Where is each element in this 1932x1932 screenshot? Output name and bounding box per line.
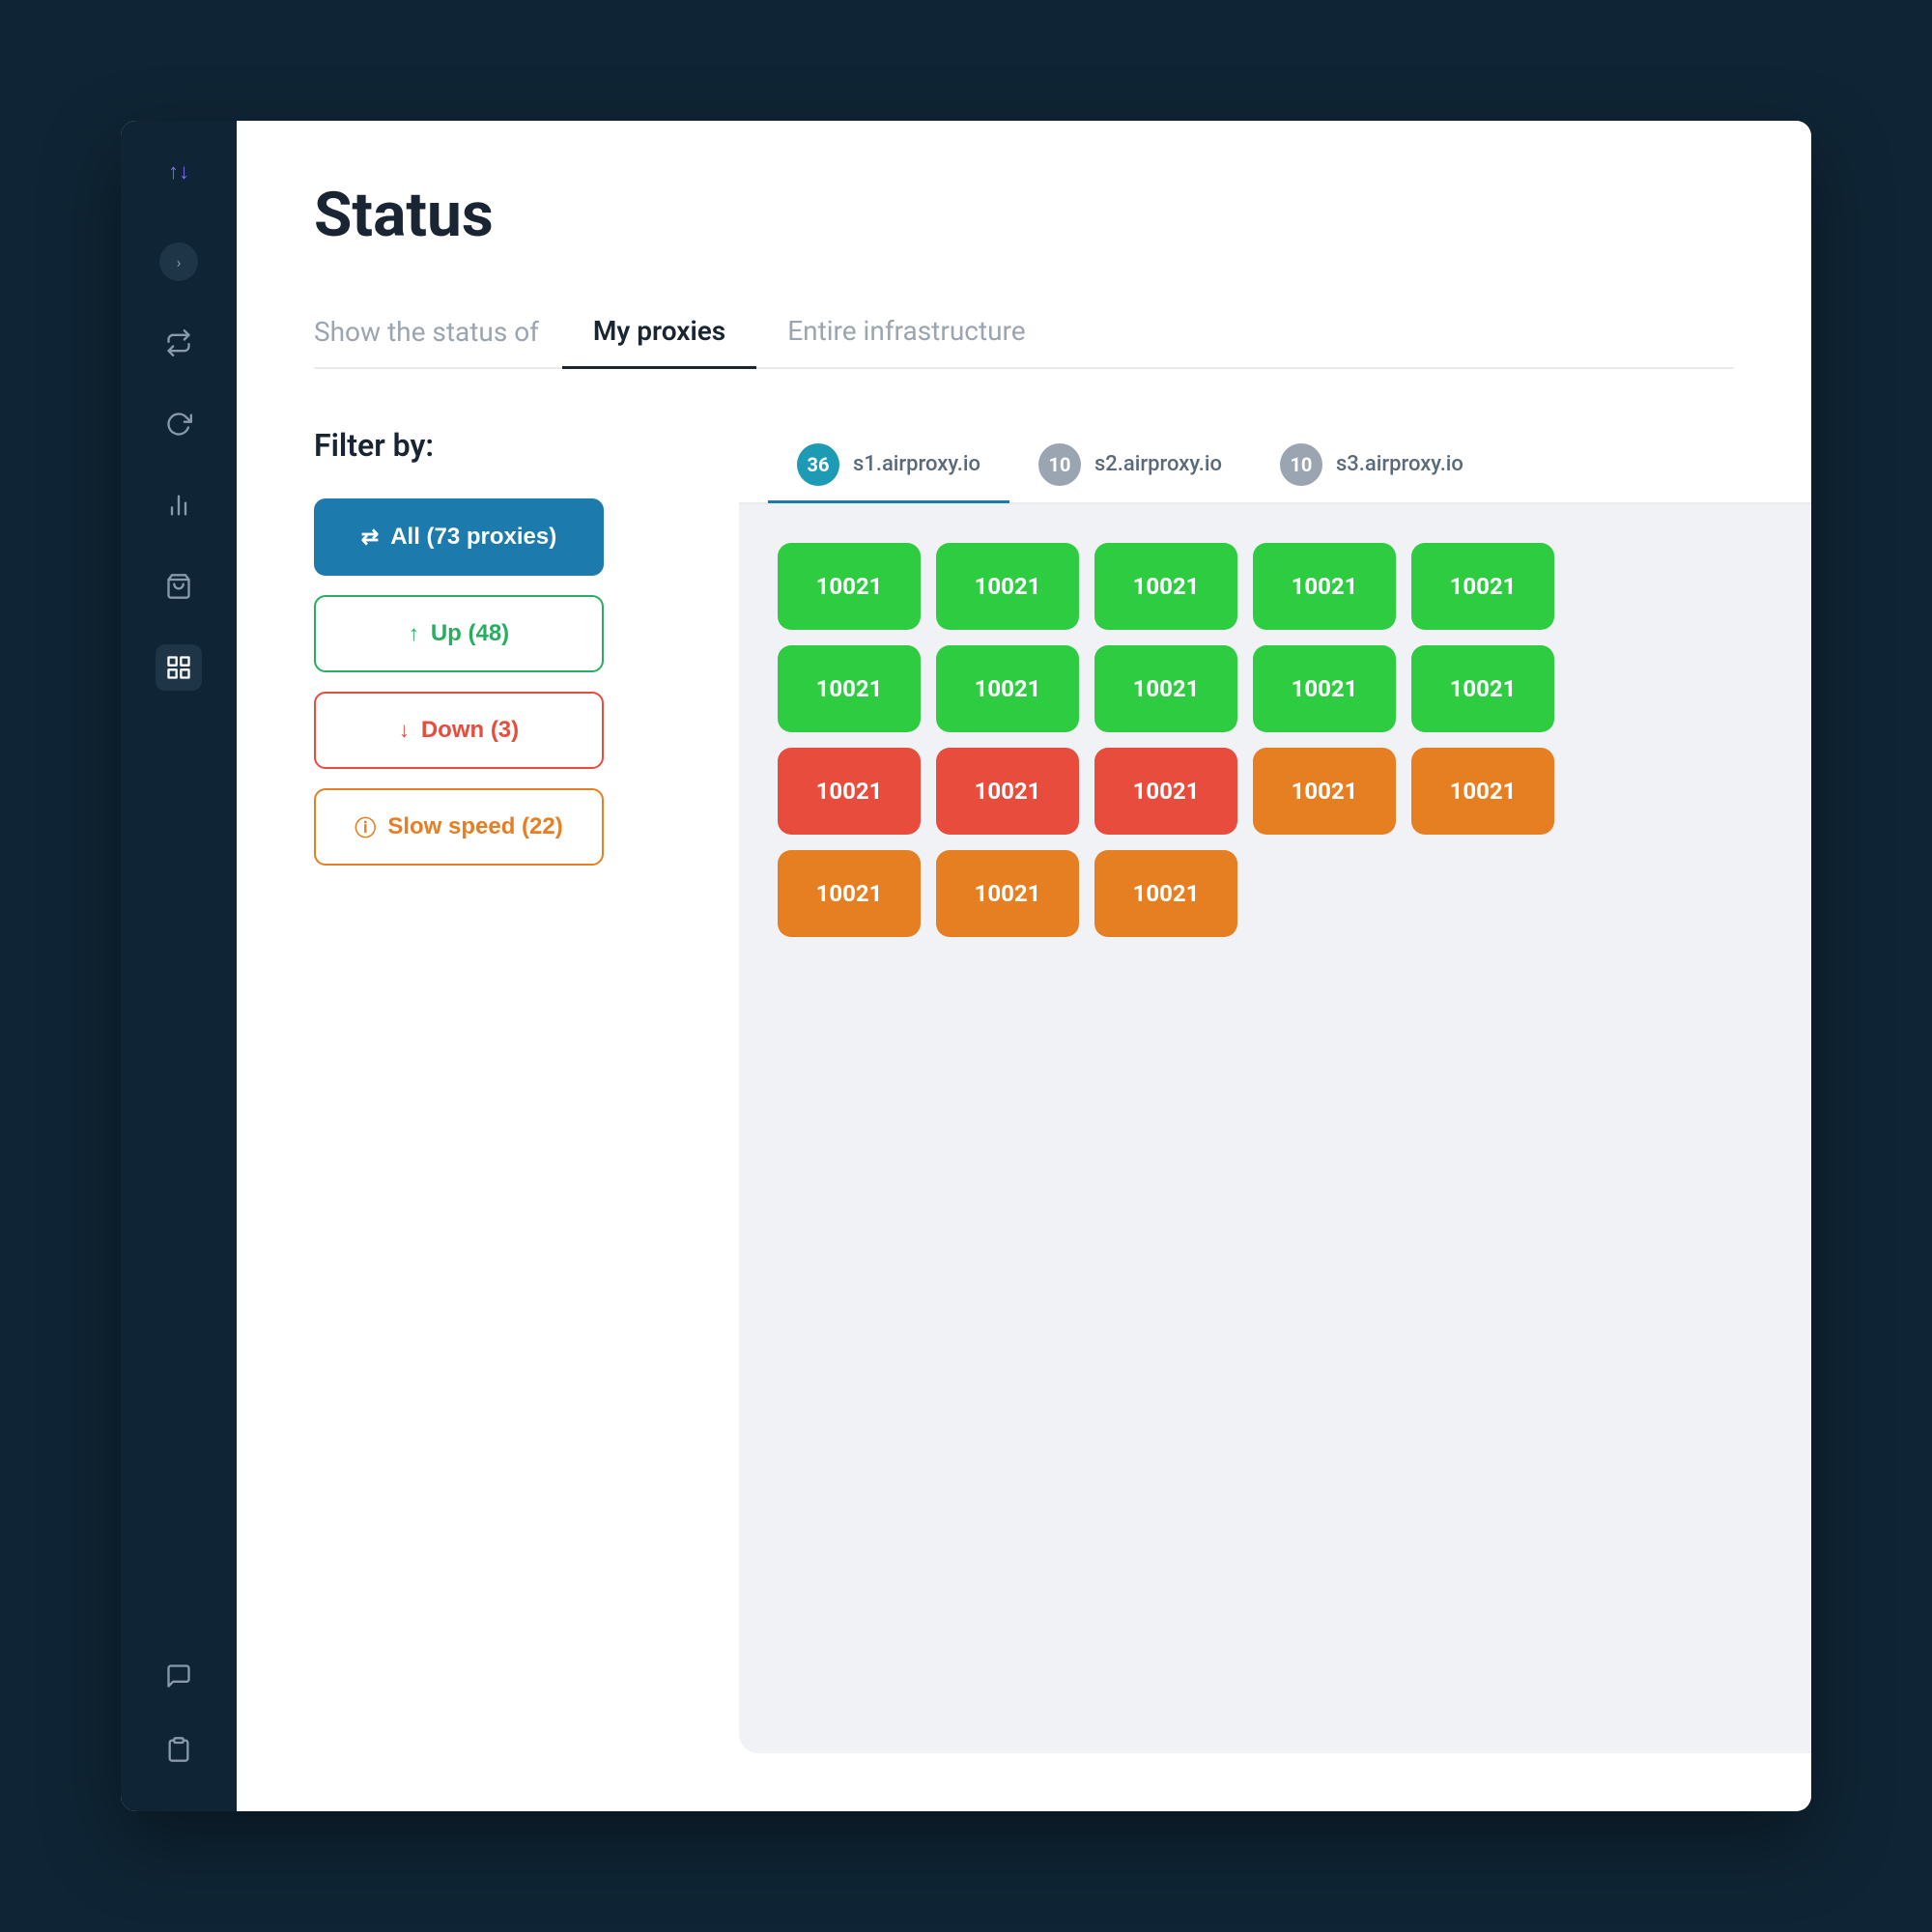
proxy-grid-row-3: 10021 10021 10021 10021 10021 <box>778 748 1773 835</box>
filter-all-label: All (73 proxies) <box>390 524 556 551</box>
proxy-tab-s3-badge: 10 <box>1280 443 1322 486</box>
tabs-row: Show the status of My proxies Entire inf… <box>314 299 1734 369</box>
proxy-tile-p9[interactable]: 10021 <box>1253 645 1396 732</box>
sidebar-item-clipboard[interactable] <box>156 1726 202 1773</box>
proxy-tile-p4[interactable]: 10021 <box>1253 543 1396 630</box>
sidebar-bottom <box>156 1653 202 1773</box>
clipboard-icon <box>165 1736 192 1763</box>
sidebar-toggle-button[interactable]: › <box>159 242 198 281</box>
filter-slow-label: Slow speed (22) <box>387 813 562 840</box>
proxy-tile-p5[interactable]: 10021 <box>1411 543 1554 630</box>
proxy-tab-s2-badge: 10 <box>1038 443 1081 486</box>
filter-all-button[interactable]: ⇄ All (73 proxies) <box>314 498 604 576</box>
down-icon: ↓ <box>399 718 410 743</box>
filter-down-button[interactable]: ↓ Down (3) <box>314 692 604 769</box>
proxy-grid-row-2: 10021 10021 10021 10021 10021 <box>778 645 1773 732</box>
sidebar-item-refresh[interactable] <box>156 401 202 447</box>
proxy-tile-p15[interactable]: 10021 <box>1411 748 1554 835</box>
proxy-tile-p17[interactable]: 10021 <box>936 850 1079 937</box>
sidebar-item-shop[interactable] <box>156 563 202 610</box>
content-area: Filter by: ⇄ All (73 proxies) ↑ Up (48) … <box>237 369 1811 1811</box>
up-icon: ↑ <box>409 621 419 646</box>
proxy-tile-p6[interactable]: 10021 <box>778 645 921 732</box>
proxy-tile-p3[interactable]: 10021 <box>1094 543 1237 630</box>
proxy-tab-s1-badge: 36 <box>797 443 839 486</box>
proxy-tile-p10[interactable]: 10021 <box>1411 645 1554 732</box>
proxy-grid-area: 10021 10021 10021 10021 10021 10021 1002… <box>739 504 1811 1753</box>
sidebar: ↑ ↓ › <box>121 121 237 1811</box>
proxy-tile-p12[interactable]: 10021 <box>936 748 1079 835</box>
proxy-tile-p13[interactable]: 10021 <box>1094 748 1237 835</box>
proxy-tab-s2-label: s2.airproxy.io <box>1094 452 1222 476</box>
proxy-tabs-row: 36 s1.airproxy.io 10 s2.airproxy.io 10 s… <box>739 427 1811 504</box>
proxy-tile-p1[interactable]: 10021 <box>778 543 921 630</box>
sidebar-nav <box>156 320 202 1653</box>
proxy-tab-s3[interactable]: 10 s3.airproxy.io <box>1251 428 1492 503</box>
proxy-tile-p14[interactable]: 10021 <box>1253 748 1396 835</box>
proxy-grid-row-4: 10021 10021 10021 <box>778 850 1773 937</box>
slow-icon: ⓘ <box>355 811 376 842</box>
header-area: Status Show the status of My proxies Ent… <box>237 121 1811 369</box>
sidebar-item-status[interactable] <box>156 644 202 691</box>
sidebar-item-chat[interactable] <box>156 1653 202 1699</box>
filter-title: Filter by: <box>314 427 681 464</box>
filter-up-button[interactable]: ↑ Up (48) <box>314 595 604 672</box>
status-icon <box>165 654 192 681</box>
proxy-tab-s2[interactable]: 10 s2.airproxy.io <box>1009 428 1251 503</box>
filter-buttons: ⇄ All (73 proxies) ↑ Up (48) ↓ Down (3) … <box>314 498 681 866</box>
analytics-icon <box>165 492 192 519</box>
proxy-tile-p8[interactable]: 10021 <box>1094 645 1237 732</box>
logo-arrow-down-icon: ↓ <box>179 159 189 185</box>
logo-arrow-up-icon: ↑ <box>168 159 179 185</box>
filter-slow-button[interactable]: ⓘ Slow speed (22) <box>314 788 604 866</box>
all-icon: ⇄ <box>361 525 379 550</box>
proxy-tile-p2[interactable]: 10021 <box>936 543 1079 630</box>
tab-entire-infrastructure[interactable]: Entire infrastructure <box>756 299 1056 369</box>
proxy-tile-p16[interactable]: 10021 <box>778 850 921 937</box>
sidebar-item-analytics[interactable] <box>156 482 202 528</box>
proxy-grid-row-1: 10021 10021 10021 10021 10021 <box>778 543 1773 630</box>
sidebar-logo: ↑ ↓ <box>168 159 189 185</box>
page-title: Status <box>314 179 1734 251</box>
transfer-icon <box>165 329 192 356</box>
main-content: Status Show the status of My proxies Ent… <box>237 121 1811 1811</box>
filter-panel: Filter by: ⇄ All (73 proxies) ↑ Up (48) … <box>314 427 681 1753</box>
proxy-tile-p18[interactable]: 10021 <box>1094 850 1237 937</box>
chat-icon <box>165 1662 192 1690</box>
tab-my-proxies[interactable]: My proxies <box>562 299 756 369</box>
proxy-panel: 36 s1.airproxy.io 10 s2.airproxy.io 10 s… <box>739 427 1811 1753</box>
sidebar-item-transfer[interactable] <box>156 320 202 366</box>
proxy-tile-p11[interactable]: 10021 <box>778 748 921 835</box>
refresh-icon <box>165 411 192 438</box>
filter-down-label: Down (3) <box>421 717 519 744</box>
proxy-tab-s1-label: s1.airproxy.io <box>853 452 980 476</box>
proxy-tab-s1[interactable]: 36 s1.airproxy.io <box>768 428 1009 503</box>
app-window: ↑ ↓ › <box>121 121 1811 1811</box>
filter-up-label: Up (48) <box>431 620 509 647</box>
shop-icon <box>165 573 192 600</box>
proxy-tile-p7[interactable]: 10021 <box>936 645 1079 732</box>
tab-static-label: Show the status of <box>314 300 562 367</box>
proxy-tab-s3-label: s3.airproxy.io <box>1336 452 1463 476</box>
